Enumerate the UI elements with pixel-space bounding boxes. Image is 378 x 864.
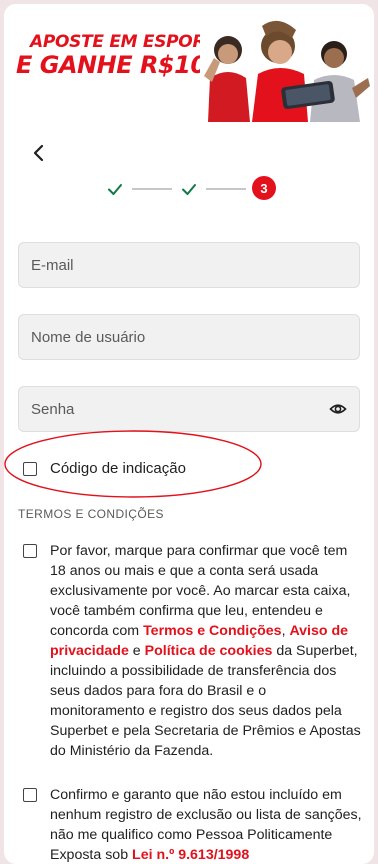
email-field[interactable] [18, 242, 360, 288]
step-3-current: 3 [252, 176, 276, 200]
referral-code-label[interactable]: Código de indicação [50, 460, 186, 477]
step-connector-1 [132, 188, 172, 190]
law-9613-link[interactable]: Lei n.º 9.613/1998 [132, 847, 249, 863]
password-field[interactable] [18, 386, 360, 432]
cookie-policy-link[interactable]: Política de cookies [145, 643, 273, 659]
signup-card: APOSTE EM ESPORTES E GANHE R$10 3 E-mail… [4, 4, 374, 864]
age-terms-text: Por favor, marque para confirmar que voc… [50, 541, 362, 761]
password-input[interactable] [19, 387, 359, 431]
separator-and: e [128, 643, 145, 659]
exclusion-confirm-checkbox[interactable] [23, 788, 37, 802]
username-input[interactable] [19, 315, 359, 359]
username-field[interactable] [18, 314, 360, 360]
show-password-eye-icon[interactable] [329, 400, 347, 418]
email-input[interactable] [19, 243, 359, 287]
exclusion-confirm-text: Confirmo e garanto que não estou incluíd… [50, 785, 362, 864]
referral-code-checkbox[interactable] [23, 462, 37, 476]
step-connector-2 [206, 188, 246, 190]
promo-people-image [200, 18, 370, 122]
step-1-check-icon [108, 184, 122, 195]
back-arrow-icon[interactable] [28, 142, 50, 164]
step-2-check-icon [182, 184, 196, 195]
age-terms-checkbox[interactable] [23, 544, 37, 558]
terms-section-title: TERMOS E CONDIÇÕES [18, 507, 164, 521]
terms-and-conditions-link[interactable]: Termos e Condições [143, 623, 282, 639]
promo-banner: APOSTE EM ESPORTES E GANHE R$10 [4, 4, 374, 122]
age-terms-text-b: da Superbet, incluindo a possibilidade d… [50, 643, 361, 759]
